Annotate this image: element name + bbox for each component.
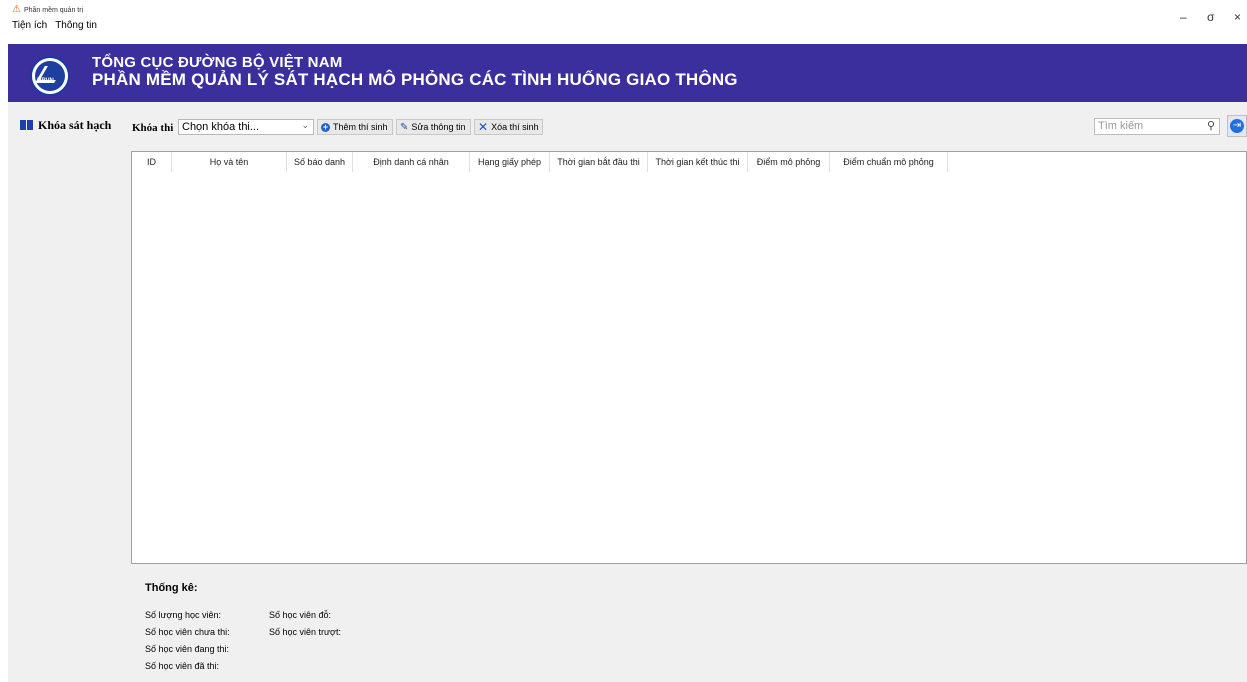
stat-passed: Số học viên đỗ: <box>269 610 332 620</box>
add-icon: + <box>321 121 330 132</box>
search-placeholder: Tìm kiếm <box>1098 120 1144 132</box>
menu-thong-tin[interactable]: Thông tin <box>55 20 97 31</box>
delete-candidate-label: Xóa thí sinh <box>491 122 539 132</box>
add-candidate-button[interactable]: + Thêm thí sinh <box>317 119 393 135</box>
window-title: ⚠ Phần mềm quản trị <box>12 5 83 15</box>
app-title: PHẦN MỀM QUẢN LÝ SÁT HẠCH MÔ PHỎNG CÁC T… <box>92 70 738 89</box>
menu-tien-ich[interactable]: Tiện ích <box>12 20 47 31</box>
column-header-sim-score[interactable]: Điểm mô phỏng <box>748 152 830 172</box>
column-header-id[interactable]: ID <box>132 152 172 172</box>
stat-taken: Số học viên đã thi: <box>145 661 220 671</box>
stat-not-taken: Số học viên chưa thi: <box>145 627 230 637</box>
header-banner: DRVN TỔNG CỤC ĐƯỜNG BỘ VIỆT NAM PHẦN MỀM… <box>8 44 1247 102</box>
menu-bar: Tiện ích Thông tin <box>12 20 97 31</box>
edit-info-button[interactable]: ✎ Sửa thông tin <box>396 119 471 135</box>
close-button[interactable]: × <box>1234 10 1241 24</box>
sidebar-item-khoa-sat-hach[interactable]: Khóa sát hạch <box>20 118 111 133</box>
organization-title: TỔNG CỤC ĐƯỜNG BỘ VIỆT NAM <box>92 54 343 71</box>
stats-title: Thống kê: <box>145 582 198 594</box>
search-icon[interactable]: ⚲ <box>1207 119 1215 132</box>
course-select[interactable]: Chọn khóa thi... ⌄ <box>178 119 314 135</box>
stat-failed: Số học viên trượt: <box>269 627 341 637</box>
book-icon <box>20 120 34 131</box>
search-input[interactable]: Tìm kiếm ⚲ <box>1094 118 1220 135</box>
column-header-sim-standard[interactable]: Điểm chuẩn mô phỏng <box>830 152 948 172</box>
course-label: Khóa thi <box>132 122 174 134</box>
pencil-icon: ✎ <box>400 121 409 133</box>
column-header-name[interactable]: Họ và tên <box>172 152 287 172</box>
logo-text: DRVN <box>37 78 54 84</box>
stat-total: Số lượng học viên: <box>145 610 221 620</box>
table-header: ID Họ và tên Số báo danh Định danh cá nh… <box>132 152 948 172</box>
warning-icon: ⚠ <box>12 4 21 15</box>
column-header-sbd[interactable]: Số báo danh <box>287 152 353 172</box>
stat-in-progress: Số học viên đang thi: <box>145 644 230 654</box>
delete-candidate-button[interactable]: ✕ Xóa thí sinh <box>474 119 543 135</box>
edit-info-label: Sửa thông tin <box>411 122 466 132</box>
column-header-personal-id[interactable]: Định danh cá nhân <box>353 152 470 172</box>
minimize-button[interactable]: – <box>1180 10 1187 24</box>
logout-button[interactable]: ⇥ <box>1227 115 1247 137</box>
candidates-table[interactable]: ID Họ và tên Số báo danh Định danh cá nh… <box>131 151 1247 564</box>
course-select-value: Chọn khóa thi... <box>182 121 260 133</box>
column-header-license-class[interactable]: Hạng giấy phép <box>470 152 550 172</box>
title-bar: ⚠ Phần mềm quản trị Tiện ích Thông tin –… <box>0 0 1247 44</box>
logout-icon: ⇥ <box>1230 119 1244 133</box>
delete-icon: ✕ <box>478 120 489 134</box>
add-candidate-label: Thêm thí sinh <box>333 122 388 132</box>
window-title-text: Phần mềm quản trị <box>23 6 84 14</box>
column-header-start-time[interactable]: Thời gian bắt đầu thi <box>550 152 648 172</box>
sidebar: Khóa sát hạch <box>8 102 130 682</box>
sidebar-item-label: Khóa sát hạch <box>38 118 112 132</box>
drvn-logo: DRVN <box>30 56 70 96</box>
restore-button[interactable]: σ <box>1207 10 1214 24</box>
chevron-down-icon: ⌄ <box>301 120 309 130</box>
column-header-end-time[interactable]: Thời gian kết thúc thi <box>648 152 748 172</box>
